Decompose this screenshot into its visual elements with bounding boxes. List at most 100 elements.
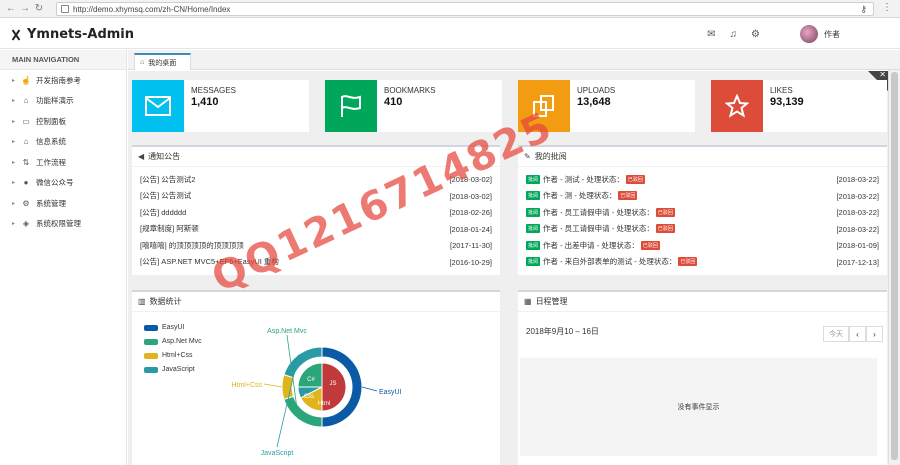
caret-right-icon: ▸ <box>12 221 16 228</box>
approval-text[interactable]: 作者 - 来自外部表单的测试 - 处理状态： <box>543 256 676 267</box>
approval-row[interactable]: 批阅 作者 - 来自外部表单的测试 - 处理状态： 已驳回 [2017-12-13] <box>518 254 887 271</box>
approval-text[interactable]: 作者 - 员工请假申请 - 处理状态： <box>543 223 654 234</box>
panel-title: 通知公告 <box>148 152 181 161</box>
approval-tag: 批阅 <box>526 174 541 184</box>
approval-row[interactable]: 批阅 作者 - 测试 - 处理状态： 已驳回 [2018-03-22] <box>518 171 887 188</box>
tab-my-desktop[interactable]: ⌂ 我的桌面 <box>134 53 191 70</box>
caret-right-icon: ▸ <box>12 77 16 84</box>
approval-tag: 批阅 <box>526 207 541 217</box>
back-icon[interactable]: ← <box>4 2 18 16</box>
next-button[interactable]: › <box>866 326 883 342</box>
panel-title: 数据统计 <box>149 297 182 306</box>
sidebar-item-workflow[interactable]: ▸ ⇅ 工作流程 <box>0 152 126 173</box>
notice-text[interactable]: [公告] dddddd <box>140 207 186 218</box>
stat-label: MESSAGES <box>191 86 236 95</box>
approval-row[interactable]: 批阅 作者 - 测 - 处理状态： 已驳回 [2018-03-22] <box>518 188 887 205</box>
approval-text[interactable]: 作者 - 出差申请 - 处理状态： <box>543 240 639 251</box>
donut-leader-line <box>263 383 283 388</box>
notice-date: [2017-11-30] <box>450 241 492 250</box>
stat-value: 410 <box>384 96 403 108</box>
approval-date: [2018-03-22] <box>836 191 879 201</box>
star-icon <box>725 94 749 118</box>
sidebar-item-label: 信息系统 <box>36 137 66 147</box>
approval-text[interactable]: 作者 - 测试 - 处理状态： <box>543 174 624 185</box>
donut-leader-line <box>361 386 378 392</box>
sidebar-item-label: 系统管理 <box>36 198 66 208</box>
sidebar-item-wechat[interactable]: ▸ ● 微信公众号 <box>0 173 126 194</box>
bank-icon: ⌂ <box>23 137 29 147</box>
close-icon[interactable]: ✕ <box>879 70 886 79</box>
sidebar-item-info[interactable]: ▸ ⌂ 信息系统 <box>0 132 126 153</box>
sidebar-item-label: 开发指南参考 <box>36 75 81 85</box>
approval-row[interactable]: 批阅 作者 - 员工请假申请 - 处理状态： 已驳回 [2018-03-22] <box>518 221 887 238</box>
sidebar-item-demo[interactable]: ▸ ⌂ 功能样演示 <box>0 91 126 112</box>
prev-button[interactable]: ‹ <box>849 326 866 342</box>
today-button[interactable]: 今天 <box>823 326 849 342</box>
scrollbar[interactable] <box>888 70 900 465</box>
approval-row[interactable]: 批阅 作者 - 出差申请 - 处理状态： 已驳回 [2018-01-09] <box>518 237 887 254</box>
address-bar[interactable]: http://demo.xhymsq.com/zh-CN/Home/Index … <box>56 2 874 16</box>
sidebar-item-label: 控制面板 <box>36 116 66 126</box>
status-badge: 已驳回 <box>625 174 645 184</box>
approval-date: [2017-12-13] <box>836 257 879 267</box>
donut-core-label: Css <box>304 394 314 400</box>
stat-label: LIKES <box>770 86 793 95</box>
stats-panel: ▥ 数据统计 EasyUI Asp.Net Mvc Html+Css JavaS… <box>132 290 500 465</box>
approval-date: [2018-03-22] <box>836 224 879 234</box>
key-icon[interactable]: ⚷ <box>860 4 867 15</box>
donut-label: JavaScript <box>261 450 294 457</box>
nav-title: MAIN NAVIGATION <box>0 50 126 70</box>
status-badge: 已驳回 <box>618 191 638 201</box>
page-icon <box>61 5 69 13</box>
donut-label: EasyUI <box>379 389 402 396</box>
sidebar-item-system[interactable]: ▸ ⚙ 系统管理 <box>0 193 126 214</box>
reload-icon[interactable]: ↻ <box>32 2 46 16</box>
stat-bookmarks[interactable]: BOOKMARKS 410 <box>325 80 502 132</box>
sidebar-item-permissions[interactable]: ▸ ◈ 系统权限管理 <box>0 214 126 235</box>
bell-icon[interactable]: ♫ <box>730 29 738 40</box>
stat-likes[interactable]: LIKES 93,139 <box>711 80 887 132</box>
caret-right-icon: ▸ <box>12 118 16 125</box>
app-logo[interactable]: Ymnets-Admin <box>10 27 134 42</box>
user-menu[interactable]: 作者 <box>800 25 840 43</box>
scrollbar-thumb[interactable] <box>891 72 898 460</box>
approval-text[interactable]: 作者 - 员工请假申请 - 处理状态： <box>543 207 654 218</box>
approvals-panel: ✎ 我的批阅 批阅 作者 - 测试 - 处理状态： 已驳回 [2018-03-22] … <box>518 145 887 275</box>
stat-icon-box <box>711 80 763 132</box>
notice-text[interactable]: [公告] 公告测试 <box>140 190 191 201</box>
envelope-icon[interactable]: ✉ <box>707 29 715 40</box>
url-text: http://demo.xhymsq.com/zh-CN/Home/Index <box>73 4 231 14</box>
bullhorn-icon: ◀ <box>138 152 145 161</box>
app-header: Ymnets-Admin ✉ ♫ ⚙ 作者 <box>0 19 900 49</box>
tab-label: 我的桌面 <box>148 59 177 67</box>
approval-tag: 批阅 <box>526 224 541 234</box>
browser-menu-icon[interactable]: ⋮ <box>882 2 892 13</box>
tab-bar: ⌂ 我的桌面 <box>128 50 900 70</box>
notice-date: [2018-01-24] <box>449 224 492 234</box>
bar-chart-icon: ▥ <box>138 297 146 306</box>
panel-title: 日程管理 <box>535 297 568 306</box>
notice-text[interactable]: [规章制度] 阿斯顿 <box>140 223 199 234</box>
stat-label: BOOKMARKS <box>384 86 436 95</box>
donut-slice[interactable] <box>281 374 295 400</box>
gears-icon[interactable]: ⚙ <box>751 29 760 40</box>
donut-core-slice <box>297 362 323 388</box>
approval-text[interactable]: 作者 - 测 - 处理状态： <box>543 190 616 201</box>
stat-messages[interactable]: MESSAGES 1,410 <box>132 80 309 132</box>
stat-value: 1,410 <box>191 96 219 108</box>
approval-tag: 批阅 <box>526 191 541 201</box>
schedule-panel: ▦ 日程管理 2018年9月10 – 16日 今天 ‹ › 没有事件显示 <box>518 290 887 465</box>
logo-mark-icon <box>10 29 22 41</box>
caret-right-icon: ▸ <box>12 139 16 146</box>
forward-icon[interactable]: → <box>18 2 32 16</box>
wechat-icon: ● <box>23 178 29 188</box>
panel-header: ✎ 我的批阅 <box>518 147 887 167</box>
sidebar-item-label: 微信公众号 <box>36 178 74 188</box>
sidebar-item-dashboard[interactable]: ▸ ▭ 控制面板 <box>0 111 126 132</box>
notice-text[interactable]: [公告] 公告测试2 <box>140 174 195 185</box>
user-name: 作者 <box>824 29 840 39</box>
approval-row[interactable]: 批阅 作者 - 员工请假申请 - 处理状态： 已驳回 [2018-03-22] <box>518 204 887 221</box>
sidebar-item-dev-guide[interactable]: ▸ ☝ 开发指南参考 <box>0 70 126 91</box>
schedule-range: 2018年9月10 – 16日 <box>526 327 599 336</box>
donut-core-label: JS <box>329 381 336 387</box>
